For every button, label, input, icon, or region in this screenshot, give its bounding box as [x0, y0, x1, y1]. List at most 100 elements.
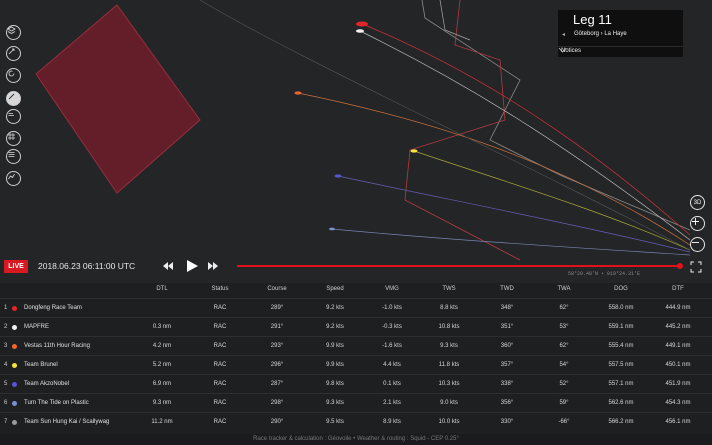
cell-vmg: -1.0 kts	[382, 305, 402, 311]
column-header-status[interactable]: Status	[211, 286, 228, 292]
boat-vestas[interactable]	[294, 91, 302, 95]
table-row[interactable]: 1 Dongfeng Race Team RAC 289° 9.2 kts -1.0 kt…	[0, 298, 712, 317]
zoom-in-icon[interactable]	[690, 216, 705, 231]
boat-brunel[interactable]	[410, 149, 418, 153]
3d-toggle-button[interactable]: 3D	[690, 195, 705, 210]
cell-status: RAC	[213, 362, 227, 368]
column-header-course[interactable]: Course	[267, 286, 286, 292]
grid-icon[interactable]	[6, 131, 21, 146]
cell-twa: 53°	[559, 324, 569, 330]
cell-course: 287°	[270, 381, 284, 387]
team-color-icon	[12, 344, 17, 349]
column-header-dtl[interactable]: DTL	[156, 286, 167, 292]
cell-speed: 9.5 kts	[326, 419, 344, 425]
live-button[interactable]: LIVE	[4, 260, 28, 273]
team-name: Team Sun Hung Kai / Scallywag	[24, 419, 110, 425]
fullscreen-icon[interactable]	[690, 261, 702, 273]
wind-icon[interactable]	[6, 109, 21, 124]
column-header-twa[interactable]: TWA	[557, 286, 570, 292]
table-row[interactable]: 7 Team Sun Hung Kai / Scallywag 11.2 nm RAC…	[0, 412, 712, 431]
cell-speed: 9.9 kts	[326, 343, 344, 349]
table-row[interactable]: 2 MAPFRE 0.3 nm RAC 291° 9.2 kts -0.3 kts 10.8 …	[0, 317, 712, 336]
play-icon[interactable]	[187, 260, 198, 272]
cell-dog: 558.0 nm	[608, 305, 634, 311]
chart-icon[interactable]	[6, 171, 21, 186]
team-name: Turn The Tide on Plastic	[24, 400, 89, 406]
track-turnthetide	[331, 228, 691, 256]
table-row[interactable]: 3 Vestas 11th Hour Racing 4.2 nm RAC 293° 9.9…	[0, 336, 712, 355]
rank-number: 1	[4, 305, 8, 311]
team-name: Team AkzoNobel	[24, 381, 70, 387]
cell-twa: 59°	[559, 400, 569, 406]
cell-vmg: 2.1 kts	[383, 400, 401, 406]
cell-dtl: 4.2 nm	[152, 343, 172, 349]
column-header-speed[interactable]: Speed	[326, 286, 343, 292]
cell-twd: 351°	[500, 324, 514, 330]
boat-akzonobel[interactable]	[334, 174, 342, 178]
credits-footer: Race tracker & calculation : Géovoile • …	[0, 434, 712, 445]
race-map[interactable]: Leg 11 ◂ Göteborg › La Haye Notices 3D	[0, 0, 712, 283]
team-color-icon	[12, 363, 17, 368]
previous-leg-icon[interactable]: ◂	[562, 31, 565, 38]
cell-dtf: 449.1 nm	[665, 343, 691, 349]
list-icon[interactable]	[6, 149, 21, 164]
cell-twd: 338°	[500, 381, 514, 387]
column-header-tws[interactable]: TWS	[442, 286, 455, 292]
cell-dtf: 451.9 nm	[665, 381, 691, 387]
cell-tws: 9.3 kts	[440, 343, 458, 349]
edit-icon[interactable]	[6, 91, 21, 106]
cell-twd: 356°	[500, 400, 514, 406]
timeline-slider[interactable]	[237, 265, 680, 267]
zoom-out-icon[interactable]	[690, 237, 705, 252]
timeline-handle[interactable]	[677, 263, 683, 269]
cell-speed: 9.8 kts	[326, 381, 344, 387]
cell-twa: 62°	[559, 343, 569, 349]
rewind-icon[interactable]	[163, 262, 173, 270]
cell-status: RAC	[213, 305, 227, 311]
boat-turnthetide[interactable]	[329, 227, 335, 231]
compass-icon[interactable]	[6, 46, 21, 61]
cell-vmg: 0.1 kts	[383, 381, 401, 387]
boat-mapfre[interactable]	[356, 29, 364, 33]
cell-twd: 357°	[500, 362, 514, 368]
team-color-icon	[12, 306, 17, 311]
cell-dog: 566.2 nm	[608, 419, 634, 425]
cell-status: RAC	[213, 343, 227, 349]
rank-number: 7	[4, 419, 8, 425]
notices-dropdown[interactable]: Notices	[558, 46, 683, 57]
team-name: Vestas 11th Hour Racing	[24, 343, 90, 349]
cell-vmg: -1.6 kts	[382, 343, 402, 349]
cell-twa: 54°	[559, 362, 569, 368]
fast-forward-icon[interactable]	[208, 262, 218, 270]
column-header-twd[interactable]: TWD	[500, 286, 514, 292]
exclusion-zone	[35, 4, 201, 194]
refresh-icon[interactable]	[6, 68, 21, 83]
cell-vmg: -0.3 kts	[382, 324, 402, 330]
layers-icon[interactable]	[6, 25, 21, 40]
track-akzonobel	[337, 175, 691, 253]
race-tracker: Leg 11 ◂ Göteborg › La Haye Notices 3D L…	[0, 0, 712, 445]
playback-datetime: 2018.06.23 06:11:00 UTC	[38, 261, 136, 271]
column-header-vmg[interactable]: VMG	[385, 286, 399, 292]
table-row[interactable]: 6 Turn The Tide on Plastic 9.3 nm RAC 298° 9.…	[0, 393, 712, 412]
course-boundary-2	[439, 0, 471, 41]
team-color-icon	[12, 401, 17, 406]
rank-number: 6	[4, 400, 8, 406]
column-header-dtf[interactable]: DTF	[672, 286, 684, 292]
cell-tws: 9.0 kts	[440, 400, 458, 406]
rank-number: 4	[4, 362, 8, 368]
cell-speed: 9.3 kts	[326, 400, 344, 406]
cell-dtl: 0.3 nm	[152, 324, 172, 330]
table-row[interactable]: 4 Team Brunel 5.2 nm RAC 296° 9.9 kts 4.4 kts 1…	[0, 355, 712, 374]
cell-dtf: 444.9 nm	[665, 305, 691, 311]
cell-tws: 10.8 kts	[438, 324, 460, 330]
boat-dongfeng[interactable]	[356, 21, 368, 27]
cell-dog: 557.1 nm	[608, 381, 634, 387]
cell-dtl: 9.3 nm	[152, 400, 172, 406]
rank-number: 5	[4, 381, 8, 387]
cell-tws: 10.3 kts	[438, 381, 460, 387]
cell-dtf: 456.1 nm	[665, 419, 691, 425]
table-row[interactable]: 5 Team AkzoNobel 6.9 nm RAC 287° 9.8 kts 0.1 k…	[0, 374, 712, 393]
column-header-dog[interactable]: DOG	[614, 286, 628, 292]
team-name: MAPFRE	[24, 324, 50, 330]
